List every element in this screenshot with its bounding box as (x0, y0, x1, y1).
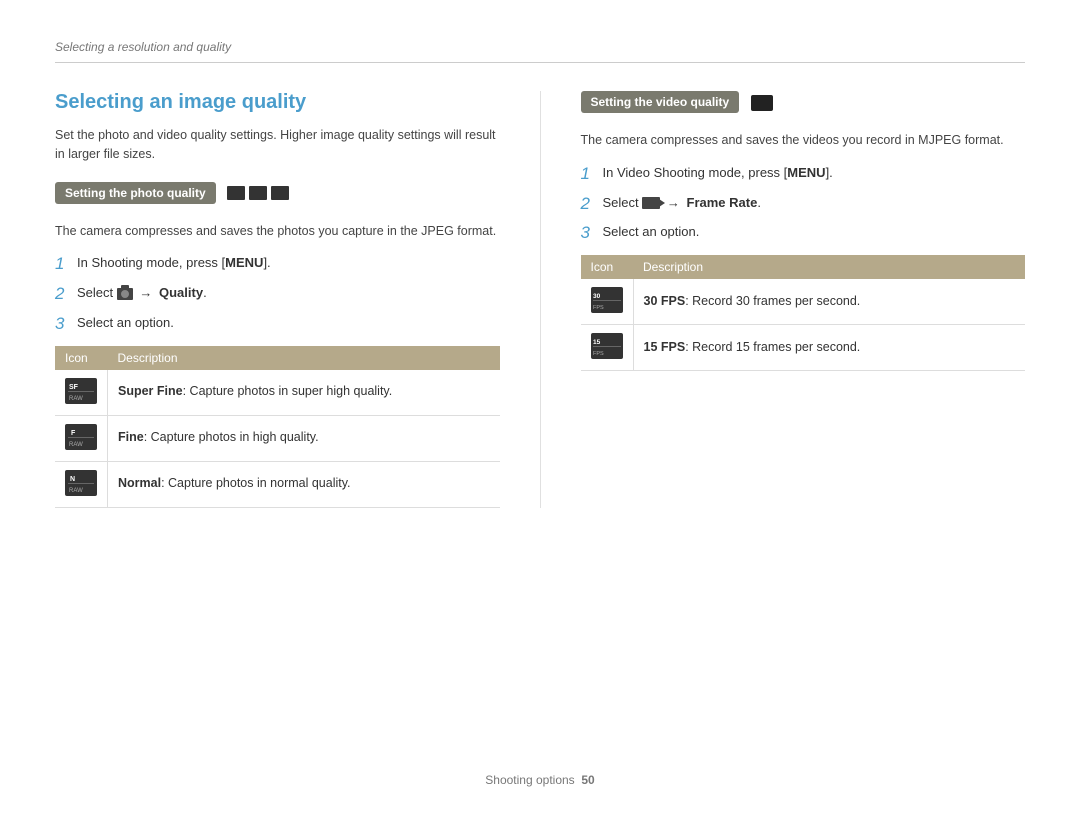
photo-desc-sf: Super Fine: Capture photos in super high… (108, 370, 500, 416)
video-quality-badge-label: Setting the video quality (591, 95, 730, 109)
photo-step-3-num: 3 (55, 312, 77, 336)
photo-quality-table: Icon Description SF RAW (55, 346, 500, 508)
page-container: Selecting a resolution and quality Selec… (0, 0, 1080, 815)
video-step-3-num: 3 (581, 221, 603, 245)
camera-icon-1 (227, 186, 245, 200)
photo-step-1-num: 1 (55, 252, 77, 276)
video-table-header-icon: Icon (581, 255, 634, 279)
video-step-3-text: Select an option. (603, 223, 1026, 241)
table-row: 30 FPS 30 FPS: Record 30 frames per seco… (581, 279, 1026, 325)
photo-step-2-text: Select → Quality. (77, 284, 500, 302)
video-quality-badge-row: Setting the video quality (581, 91, 1026, 121)
video-quality-desc: The camera compresses and saves the vide… (581, 131, 1026, 150)
photo-quality-badge-label: Setting the photo quality (65, 186, 206, 200)
table-row: SF RAW Super Fine: Capture photos in sup… (55, 370, 500, 416)
table-row: 15 FPS 15 FPS: Record 15 frames per seco… (581, 325, 1026, 371)
columns: Selecting an image quality Set the photo… (55, 91, 1025, 508)
photo-step-2: 2 Select → Quality. (55, 284, 500, 306)
video-steps: 1 In Video Shooting mode, press [MENU]. … (581, 164, 1026, 245)
normal-icon: N RAW (65, 470, 97, 496)
photo-quality-badge: Setting the photo quality (55, 182, 216, 204)
photo-step-1: 1 In Shooting mode, press [MENU]. (55, 254, 500, 276)
photo-desc-n: Normal: Capture photos in normal quality… (108, 461, 500, 507)
photo-step-1-text: In Shooting mode, press [MENU]. (77, 254, 500, 272)
intro-text: Set the photo and video quality settings… (55, 126, 500, 164)
section-title: Selecting an image quality (55, 91, 500, 114)
video-desc-30fps: 30 FPS: Record 30 frames per second. (633, 279, 1025, 325)
photo-step-2-num: 2 (55, 282, 77, 306)
photo-quality-desc: The camera compresses and saves the phot… (55, 222, 500, 241)
photo-table-header-row: Icon Description (55, 346, 500, 370)
photo-icon-n: N RAW (55, 461, 108, 507)
svg-text:FPS: FPS (593, 305, 604, 311)
photo-step-3-text: Select an option. (77, 314, 500, 332)
photo-badge-icons (227, 186, 289, 200)
svg-text:15: 15 (593, 339, 601, 346)
table-row: N RAW Normal: Capture photos in normal q… (55, 461, 500, 507)
right-column: Setting the video quality The camera com… (540, 91, 1026, 508)
15fps-icon: 15 FPS (591, 333, 623, 359)
camera-inline-icon (117, 288, 133, 300)
super-fine-icon: SF RAW (65, 378, 97, 404)
video-icon-30fps: 30 FPS (581, 279, 634, 325)
video-quality-badge: Setting the video quality (581, 91, 740, 113)
photo-desc-f: Fine: Capture photos in high quality. (108, 415, 500, 461)
svg-text:SF: SF (69, 384, 79, 391)
left-column: Selecting an image quality Set the photo… (55, 91, 500, 508)
video-step-3: 3 Select an option. (581, 223, 1026, 245)
video-step-1-text: In Video Shooting mode, press [MENU]. (603, 164, 1026, 182)
svg-text:N: N (70, 476, 75, 483)
30fps-icon: 30 FPS (591, 287, 623, 313)
breadcrumb: Selecting a resolution and quality (55, 40, 1025, 63)
footer-text: Shooting options (485, 773, 574, 787)
footer: Shooting options 50 (0, 773, 1080, 787)
svg-text:RAW: RAW (69, 396, 83, 402)
svg-text:RAW: RAW (69, 442, 83, 448)
table-row: F RAW Fine: Capture photos in high quali… (55, 415, 500, 461)
video-desc-15fps: 15 FPS: Record 15 frames per second. (633, 325, 1025, 371)
video-step-2-text: Select → Frame Rate. (603, 194, 1026, 212)
footer-page-num: 50 (581, 773, 594, 787)
video-badge-icons (751, 95, 773, 111)
photo-steps: 1 In Shooting mode, press [MENU]. 2 Sele… (55, 254, 500, 335)
video-icon-badge (751, 95, 773, 111)
video-step-1-num: 1 (581, 162, 603, 186)
video-step-2-num: 2 (581, 192, 603, 216)
video-icon-15fps: 15 FPS (581, 325, 634, 371)
camera-icon-3 (271, 186, 289, 200)
svg-text:FPS: FPS (593, 351, 604, 357)
photo-quality-badge-row: Setting the photo quality (55, 182, 500, 212)
camera-icon-2 (249, 186, 267, 200)
video-table-header-row: Icon Description (581, 255, 1026, 279)
svg-text:30: 30 (593, 293, 601, 300)
breadcrumb-text: Selecting a resolution and quality (55, 40, 231, 54)
fine-icon: F RAW (65, 424, 97, 450)
photo-icon-f: F RAW (55, 415, 108, 461)
photo-table-header-icon: Icon (55, 346, 108, 370)
svg-text:F: F (71, 430, 76, 437)
video-table-header-desc: Description (633, 255, 1025, 279)
photo-icon-sf: SF RAW (55, 370, 108, 416)
video-step-2: 2 Select → Frame Rate. (581, 194, 1026, 216)
photo-step-3: 3 Select an option. (55, 314, 500, 336)
video-inline-icon (642, 197, 660, 209)
video-quality-table: Icon Description 30 FPS (581, 255, 1026, 371)
photo-table-header-desc: Description (108, 346, 500, 370)
svg-text:RAW: RAW (69, 488, 83, 494)
video-step-1: 1 In Video Shooting mode, press [MENU]. (581, 164, 1026, 186)
